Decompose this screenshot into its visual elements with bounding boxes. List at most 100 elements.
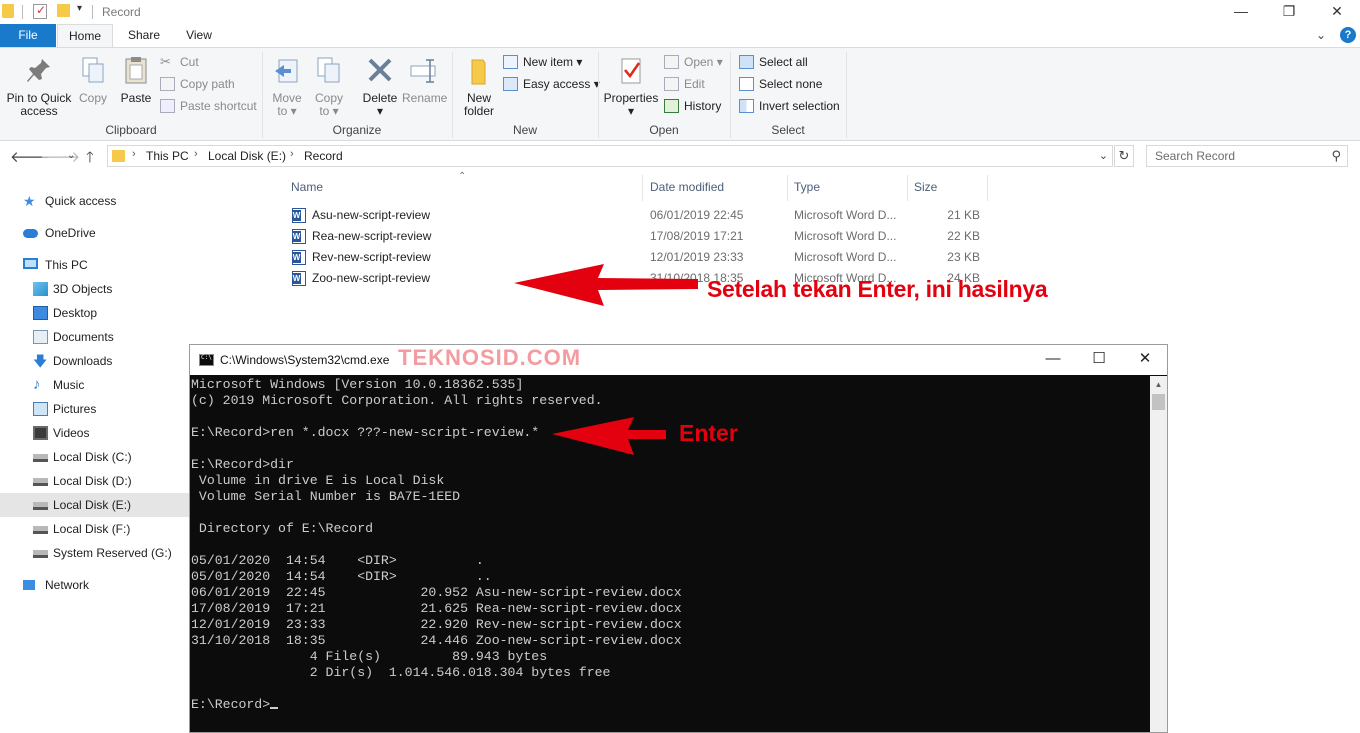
file-row[interactable]: Rea-new-script-review 17/08/2019 17:21 Mic… [288,226,988,247]
copy-to-label-line2: to ▾ [319,104,339,118]
tab-share[interactable]: Share [118,24,170,47]
new-item-button[interactable]: New item ▾ [503,53,582,71]
nav-item-label: Local Disk (D:) [53,474,132,488]
open-icon [664,55,679,69]
nav-item-videos[interactable]: Videos [0,421,190,445]
rename-button[interactable]: Rename [402,54,447,105]
nav-item-quick-access[interactable]: ★ Quick access [0,189,190,213]
minimize-button[interactable]: — [1218,0,1264,24]
column-divider[interactable] [642,175,643,201]
search-input[interactable]: Search Record ⚲ [1146,145,1348,167]
column-divider[interactable] [787,175,788,201]
delete-button[interactable]: Delete ▾ [360,54,400,118]
select-all-button[interactable]: Select all [739,53,808,71]
console-line: 05/01/2020 14:54 <DIR> . [191,553,1150,569]
edit-button[interactable]: Edit [664,75,705,93]
cmd-maximize-button[interactable]: ☐ [1076,345,1122,375]
nav-item-system-reserved-g[interactable]: System Reserved (G:) [0,541,190,565]
nav-item-downloads[interactable]: 🡇 Downloads [0,349,190,373]
console-line-text: Microsoft Windows [Version 10.0.18362.53… [191,377,524,392]
breadcrumb-this-pc[interactable]: This PC [146,149,189,163]
nav-item-3d-objects[interactable]: 3D Objects [0,277,190,301]
cmd-minimize-button[interactable]: — [1030,345,1076,375]
breadcrumb-local-disk-e[interactable]: Local Disk (E:) [208,149,286,163]
breadcrumb-separator-icon[interactable]: › [290,148,294,160]
maximize-button[interactable]: ❐ [1266,0,1312,24]
nav-item-this-pc[interactable]: This PC [0,253,190,277]
move-to-button[interactable]: Move to ▾ [270,54,304,118]
refresh-icon[interactable]: ↻ [1114,145,1134,167]
watermark-text: TEKNOSID.COM [398,345,582,370]
open-button[interactable]: Open ▾ [664,53,723,71]
paste-button[interactable]: Paste [118,54,154,105]
copy-to-button[interactable]: Copy to ▾ [312,54,346,118]
cut-button[interactable]: ✂ Cut [160,53,199,71]
column-divider[interactable] [907,175,908,201]
column-divider[interactable] [987,175,988,201]
copy-button[interactable]: Copy [76,54,110,105]
nav-item-music[interactable]: ♪ Music [0,373,190,397]
tab-view[interactable]: View [176,24,222,47]
pin-to-quick-access-button[interactable]: Pin to Quick access [6,54,72,118]
new-folder-button[interactable]: New folder [460,54,498,118]
expand-ribbon-icon[interactable]: ⌄ [1316,28,1326,42]
column-header-type[interactable]: Type [794,180,820,194]
up-arrow-icon[interactable]: 🡑 [86,147,94,172]
pin-icon [23,54,55,88]
scrollbar-thumb[interactable] [1152,394,1165,410]
nav-item-local-disk-c[interactable]: Local Disk (C:) [0,445,190,469]
column-header-date-modified[interactable]: Date modified [650,180,724,194]
nav-item-local-disk-f[interactable]: Local Disk (F:) [0,517,190,541]
breadcrumb-separator-icon[interactable]: › [194,148,198,160]
close-button[interactable]: ✕ [1314,0,1360,24]
breadcrumb-record[interactable]: Record [304,149,343,163]
customize-quick-access-icon[interactable]: ▾ [77,3,82,14]
select-none-button[interactable]: Select none [739,75,822,93]
easy-access-button[interactable]: Easy access ▾ [503,75,600,93]
file-type: Microsoft Word D... [794,229,897,243]
nav-item-local-disk-e[interactable]: Local Disk (E:) [0,493,190,517]
cmd-scrollbar[interactable]: ▲ [1150,376,1167,732]
tab-home[interactable]: Home [57,24,113,47]
cmd-titlebar: C:\Windows\System32\cmd.exe — ☐ ✕ [190,345,1167,375]
column-header-size[interactable]: Size [914,180,937,194]
copy-path-button[interactable]: Copy path [160,75,235,93]
drive-icon [33,454,48,462]
breadcrumb-separator-icon[interactable]: › [132,148,136,160]
recent-locations-icon[interactable]: ⌄ [67,150,75,161]
navigation-bar: 🡐 🡒 ⌄ 🡑 › This PC › Local Disk (E:) › Re… [0,141,1360,171]
new-folder-quick-icon[interactable] [57,4,70,17]
nav-item-desktop[interactable]: Desktop [0,301,190,325]
paste-shortcut-button[interactable]: Paste shortcut [160,97,257,115]
select-none-icon [739,77,754,91]
nav-item-label: System Reserved (G:) [53,546,172,560]
console-line: Volume Serial Number is BA7E-1EED [191,489,1150,505]
column-header-name[interactable]: Name [291,180,323,194]
file-row[interactable]: Asu-new-script-review 06/01/2019 22:45 Mic… [288,205,988,226]
paste-label: Paste [120,91,152,105]
properties-quick-icon[interactable] [33,3,47,19]
console-line-text: 2 Dir(s) 1.014.546.018.304 bytes free [191,665,611,680]
cmd-close-button[interactable]: ✕ [1122,345,1168,375]
history-button[interactable]: History [664,97,721,115]
scissors-icon: ✂ [160,54,171,69]
console-line: 05/01/2020 14:54 <DIR> .. [191,569,1150,585]
properties-button[interactable]: Properties ▾ [603,54,659,118]
cmd-console-output[interactable]: Microsoft Windows [Version 10.0.18362.53… [190,376,1150,732]
nav-item-local-disk-d[interactable]: Local Disk (D:) [0,469,190,493]
nav-item-documents[interactable]: Documents [0,325,190,349]
invert-selection-button[interactable]: Invert selection [739,97,840,115]
address-dropdown-icon[interactable]: ⌄ [1099,149,1108,162]
nav-item-label: Music [53,378,85,392]
nav-item-pictures[interactable]: Pictures [0,397,190,421]
nav-item-onedrive[interactable]: OneDrive [0,221,190,245]
documents-icon [33,330,48,344]
nav-item-network[interactable]: Network [0,573,190,597]
tab-file[interactable]: File [0,24,56,47]
help-icon[interactable]: ? [1340,27,1356,43]
nav-item-label: Desktop [53,306,98,320]
word-document-icon [292,208,306,223]
address-bar[interactable]: › This PC › Local Disk (E:) › Record ⌄ [107,145,1113,167]
scroll-up-arrow-icon[interactable]: ▲ [1150,376,1167,393]
